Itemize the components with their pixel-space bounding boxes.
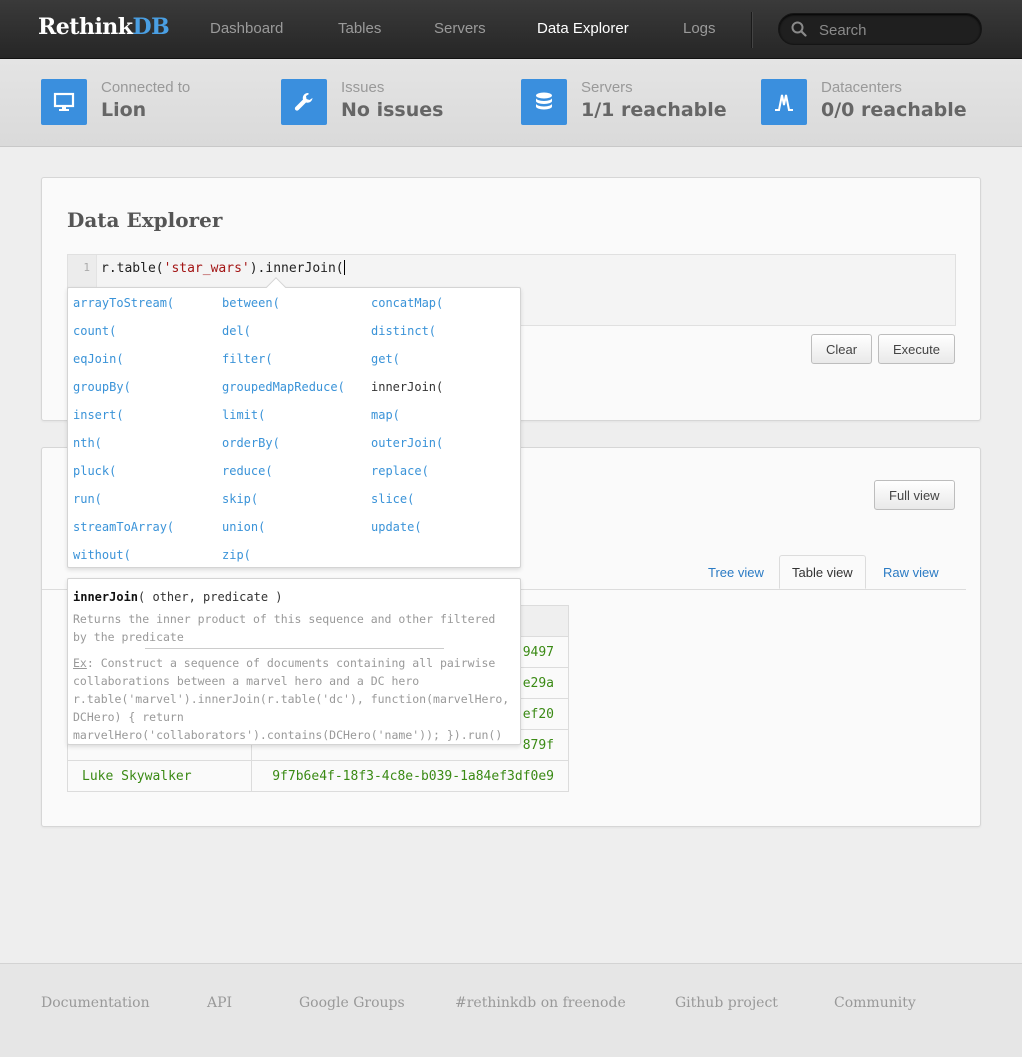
execute-button[interactable]: Execute bbox=[878, 334, 955, 364]
suggestion-item[interactable]: filter( bbox=[222, 352, 273, 366]
nav-servers[interactable]: Servers bbox=[434, 20, 486, 37]
line-number: 1 bbox=[83, 261, 90, 274]
suggestion-item[interactable]: map( bbox=[371, 408, 400, 422]
datacenter-icon bbox=[761, 79, 807, 125]
nav-data-explorer[interactable]: Data Explorer bbox=[537, 20, 629, 37]
search-icon bbox=[791, 21, 807, 37]
suggestion-item[interactable]: streamToArray( bbox=[73, 520, 174, 534]
suggestion-item[interactable]: between( bbox=[222, 296, 280, 310]
cell-name: Luke Skywalker bbox=[67, 760, 252, 792]
suggestion-item[interactable]: zip( bbox=[222, 548, 251, 562]
suggestion-item[interactable]: groupedMapReduce( bbox=[222, 380, 345, 394]
nav-divider bbox=[751, 12, 752, 48]
monitor-icon bbox=[41, 79, 87, 125]
suggestion-item[interactable]: eqJoin( bbox=[73, 352, 124, 366]
table-row: Luke Skywalker 9f7b6e4f-18f3-4c8e-b039-1a… bbox=[67, 760, 569, 792]
status-label: Issues bbox=[341, 79, 385, 96]
suggestion-item[interactable]: nth( bbox=[73, 436, 102, 450]
autocomplete-dropdown: arrayToStream( count( eqJoin( groupBy( i… bbox=[67, 287, 521, 568]
suggestion-item[interactable]: slice( bbox=[371, 492, 414, 506]
suggestion-item[interactable]: distinct( bbox=[371, 324, 436, 338]
suggestion-item-selected[interactable]: innerJoin( bbox=[371, 380, 443, 394]
rethinkdb-logo[interactable]: RethinkDB bbox=[38, 14, 170, 40]
status-bar: Connected to Lion Issues No issues Serve… bbox=[0, 59, 1022, 147]
suggestion-item[interactable]: concatMap( bbox=[371, 296, 443, 310]
nav-dashboard[interactable]: Dashboard bbox=[210, 20, 283, 37]
full-view-button[interactable]: Full view bbox=[874, 480, 955, 510]
footer-link-documentation[interactable]: Documentation bbox=[41, 995, 150, 1011]
doc-description: Returns the inner product of this sequen… bbox=[73, 612, 496, 644]
cell-id: 9f7b6e4f-18f3-4c8e-b039-1a84ef3df0e9 bbox=[251, 760, 569, 792]
status-label: Datacenters bbox=[821, 79, 902, 96]
page-title: Data Explorer bbox=[67, 208, 223, 232]
tab-table-view[interactable]: Table view bbox=[779, 555, 866, 589]
suggestion-item[interactable]: limit( bbox=[222, 408, 265, 422]
function-doc-tooltip: innerJoin( other, predicate ) Returns th… bbox=[67, 578, 521, 745]
text-caret bbox=[343, 260, 345, 275]
footer: Documentation API Google Groups #rethink… bbox=[0, 963, 1022, 1057]
suggestion-item[interactable]: reduce( bbox=[222, 464, 273, 478]
suggestion-item[interactable]: union( bbox=[222, 520, 265, 534]
footer-link-irc[interactable]: #rethinkdb on freenode bbox=[455, 995, 626, 1011]
status-value: No issues bbox=[341, 99, 444, 121]
database-icon bbox=[521, 79, 567, 125]
wrench-icon bbox=[281, 79, 327, 125]
suggestion-item[interactable]: replace( bbox=[371, 464, 429, 478]
suggestion-item[interactable]: outerJoin( bbox=[371, 436, 443, 450]
suggestion-item[interactable]: insert( bbox=[73, 408, 124, 422]
footer-link-google-groups[interactable]: Google Groups bbox=[299, 995, 405, 1011]
status-value: 0/0 reachable bbox=[821, 99, 967, 121]
query-code[interactable]: r.table('star_wars').innerJoin( bbox=[101, 260, 345, 276]
status-value: 1/1 reachable bbox=[581, 99, 727, 121]
status-value: Lion bbox=[101, 99, 147, 121]
tab-tree-view[interactable]: Tree view bbox=[696, 556, 776, 590]
status-label: Servers bbox=[581, 79, 633, 96]
footer-link-community[interactable]: Community bbox=[834, 995, 916, 1011]
suggestion-item[interactable]: pluck( bbox=[73, 464, 116, 478]
suggestion-item[interactable]: orderBy( bbox=[222, 436, 280, 450]
doc-divider bbox=[145, 648, 444, 649]
suggestion-item[interactable]: update( bbox=[371, 520, 422, 534]
status-label: Connected to bbox=[101, 79, 191, 96]
suggestion-item[interactable]: arrayToStream( bbox=[73, 296, 174, 310]
nav-logs[interactable]: Logs bbox=[683, 20, 716, 37]
clear-button[interactable]: Clear bbox=[811, 334, 873, 364]
suggestion-item[interactable]: del( bbox=[222, 324, 251, 338]
search-box[interactable] bbox=[778, 13, 982, 45]
suggestion-item[interactable]: run( bbox=[73, 492, 102, 506]
suggestion-item[interactable]: count( bbox=[73, 324, 116, 338]
doc-signature: innerJoin( other, predicate ) bbox=[73, 590, 283, 604]
suggestion-item[interactable]: without( bbox=[73, 548, 131, 562]
suggestion-item[interactable]: skip( bbox=[222, 492, 258, 506]
suggestion-item[interactable]: groupBy( bbox=[73, 380, 131, 394]
footer-link-github[interactable]: Github project bbox=[675, 995, 778, 1011]
doc-example: Ex: Construct a sequence of documents co… bbox=[73, 656, 510, 742]
tab-raw-view[interactable]: Raw view bbox=[871, 556, 951, 590]
top-navbar: RethinkDB Dashboard Tables Servers Data … bbox=[0, 0, 1022, 59]
search-input[interactable] bbox=[819, 20, 969, 40]
suggestion-item[interactable]: get( bbox=[371, 352, 400, 366]
nav-tables[interactable]: Tables bbox=[338, 20, 381, 37]
footer-link-api[interactable]: API bbox=[207, 995, 232, 1011]
